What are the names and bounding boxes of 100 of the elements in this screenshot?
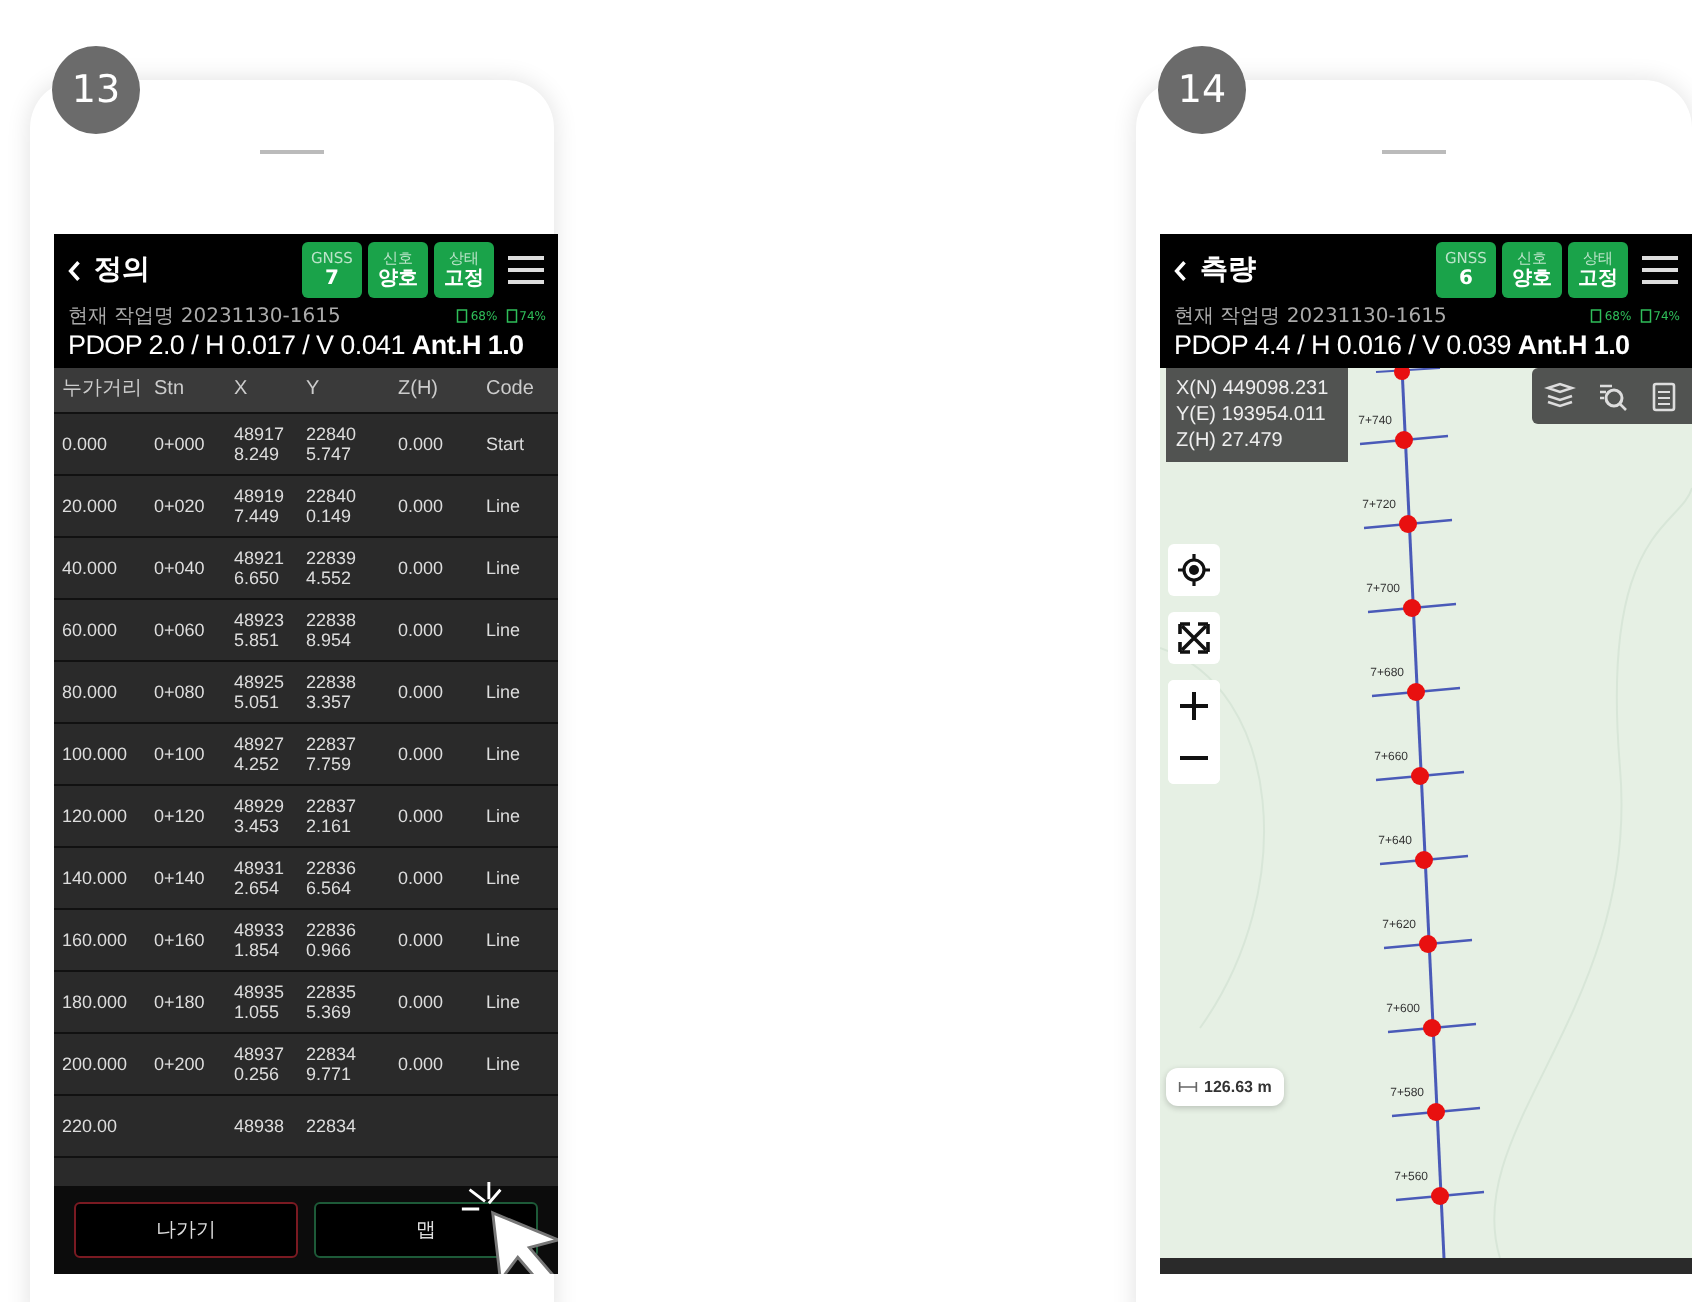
table-cell-text: 0+120 [154, 805, 207, 827]
table-cell-text: 48938 [234, 1115, 287, 1137]
survey-point[interactable] [1367, 599, 1457, 617]
table-cell-text: Start [484, 433, 527, 455]
table-cell-text: 489293.453 [234, 795, 287, 837]
battery-icon [456, 308, 469, 324]
table-cell-text: 0.000 [396, 619, 446, 641]
menu-icon[interactable] [1640, 254, 1680, 286]
table-cell-text: 0.000 [396, 867, 446, 889]
table-cell-text: 228383.357 [306, 671, 359, 713]
table-cell-text: 228405.747 [306, 423, 359, 465]
column-header: Code [484, 378, 536, 402]
layers-icon[interactable] [1544, 380, 1576, 412]
table-cell-text: Line [484, 867, 523, 889]
search-icon[interactable] [1596, 380, 1628, 412]
table-cell-text: 228366.564 [306, 857, 359, 899]
survey-point[interactable] [1395, 1187, 1485, 1205]
table-cell-text: 0+200 [154, 1053, 207, 1075]
chevron-left-icon [1174, 259, 1188, 281]
back-button[interactable]: 정의 [68, 252, 150, 288]
action-button[interactable]: 나가기 [74, 1202, 298, 1258]
scale-value: 126.63 m [1204, 1078, 1272, 1096]
job-name: 현재 작업명 20231130-1615 [1174, 304, 1447, 330]
menu-icon[interactable] [506, 254, 546, 286]
table-cell-text: 120.000 [62, 805, 130, 827]
table-row[interactable]: 140.000 0+140 489312.654 228366.564 0.000 Line [54, 848, 558, 910]
coordinate-value: Y(E) 193954.011 [1176, 402, 1328, 428]
table-cell-text: 0.000 [396, 1053, 446, 1075]
table-cell-text: 228400.149 [306, 485, 359, 527]
survey-point[interactable] [1391, 1103, 1481, 1121]
table-cell-text: 489274.252 [234, 733, 287, 775]
table-row[interactable]: 120.000 0+120 489293.453 228372.161 0.000 Line [54, 786, 558, 848]
table-cell-text: 0+000 [154, 433, 207, 455]
table-cell-text: 220.00 [62, 1115, 120, 1137]
table-cell-text: 160.000 [62, 929, 130, 951]
table-cell-text: 0.000 [396, 929, 446, 951]
storage-icon [505, 308, 518, 324]
table-cell-text: 489370.256 [234, 1043, 287, 1085]
table-cell-text: 489178.249 [234, 423, 287, 465]
table-row[interactable]: 20.000 0+020 489197.449 228400.149 0.000 Line [54, 476, 558, 538]
table-cell-text: Line [484, 991, 523, 1013]
table-cell-text: Line [484, 743, 523, 765]
table-row[interactable]: 160.000 0+160 489331.854 228360.966 0.000 Line [54, 910, 558, 972]
table-cell-text: 20.000 [62, 495, 120, 517]
table-cell-text: 0.000 [396, 557, 446, 579]
survey-point[interactable] [1387, 1019, 1477, 1037]
table-cell-text: 0.000 [396, 991, 446, 1013]
column-header: X [234, 378, 250, 402]
table-cell-text: 0.000 [396, 433, 446, 455]
table-cell-text: 489255.051 [234, 671, 287, 713]
back-button[interactable]: 측량 [1174, 252, 1256, 288]
plus-icon [1178, 690, 1210, 722]
table-row[interactable]: 180.000 0+180 489351.055 228355.369 0.000 Line [54, 972, 558, 1034]
storage-icon [1639, 308, 1652, 324]
table-cell-text: 228355.369 [306, 981, 359, 1023]
step-number: 14 [1158, 46, 1246, 134]
fit-extent-button[interactable] [1168, 612, 1220, 664]
precision-readout: PDOP 4.4 / H 0.016 / V 0.039 Ant.H 1.0 [1174, 330, 1632, 360]
job-name: 현재 작업명 20231130-1615 [68, 304, 341, 330]
precision-readout: PDOP 2.0 / H 0.017 / V 0.041 Ant.H 1.0 [68, 330, 526, 360]
table-cell-text: 489197.449 [234, 485, 287, 527]
survey-point[interactable] [1375, 767, 1465, 785]
table-cell-text: 0.000 [396, 805, 446, 827]
table-row[interactable]: 0.000 0+000 489178.249 228405.747 0.000 Start [54, 414, 558, 476]
survey-point[interactable] [1371, 683, 1461, 701]
step-number: 13 [52, 46, 140, 134]
table-cell-text: 0+040 [154, 557, 207, 579]
survey-point [1375, 368, 1441, 380]
table-cell-text: 0+080 [154, 681, 207, 703]
table-row[interactable]: 100.000 0+100 489274.252 228377.759 0.000 Line [54, 724, 558, 786]
ruler-icon [1178, 1080, 1198, 1094]
table-row[interactable]: 60.000 0+060 489235.851 228388.954 0.000 Line [54, 600, 558, 662]
table-cell-text: Line [484, 495, 523, 517]
table-cell-text: 0.000 [396, 495, 446, 517]
table-cell-text: 80.000 [62, 681, 120, 703]
table-cell-text: 0+060 [154, 619, 207, 641]
table-cell-text: 228360.966 [306, 919, 359, 961]
table-cell-text: 0.000 [396, 681, 446, 703]
table-row[interactable]: 80.000 0+080 489255.051 228383.357 0.000 Line [54, 662, 558, 724]
column-header: 누가거리 [62, 378, 144, 402]
table-cell-text: 489351.055 [234, 981, 287, 1023]
table-cell-text: 228394.552 [306, 547, 359, 589]
table-row[interactable]: 200.000 0+200 489370.256 228349.771 0.000 Line [54, 1034, 558, 1096]
locate-button[interactable] [1168, 544, 1220, 596]
coordinate-value: X(N) 449098.231 [1176, 376, 1329, 402]
battery-icon [1590, 308, 1603, 324]
crosshair-icon [1178, 554, 1210, 586]
survey-point[interactable] [1359, 431, 1449, 449]
table-cell-text: 489235.851 [234, 609, 287, 651]
table-cell-text: 40.000 [62, 557, 120, 579]
survey-point[interactable] [1363, 515, 1453, 533]
table-cell-text: 22834 [306, 1115, 359, 1137]
table-row[interactable]: 40.000 0+040 489216.650 228394.552 0.000 Line [54, 538, 558, 600]
column-header: Y [306, 378, 322, 402]
table-cell-text: 0+160 [154, 929, 207, 951]
survey-point[interactable] [1383, 935, 1473, 953]
survey-point[interactable] [1379, 851, 1469, 869]
clipboard-icon[interactable] [1648, 380, 1680, 412]
table-row[interactable]: 220.00 48938 22834 [54, 1096, 558, 1158]
table-cell-text: 228388.954 [306, 609, 359, 651]
